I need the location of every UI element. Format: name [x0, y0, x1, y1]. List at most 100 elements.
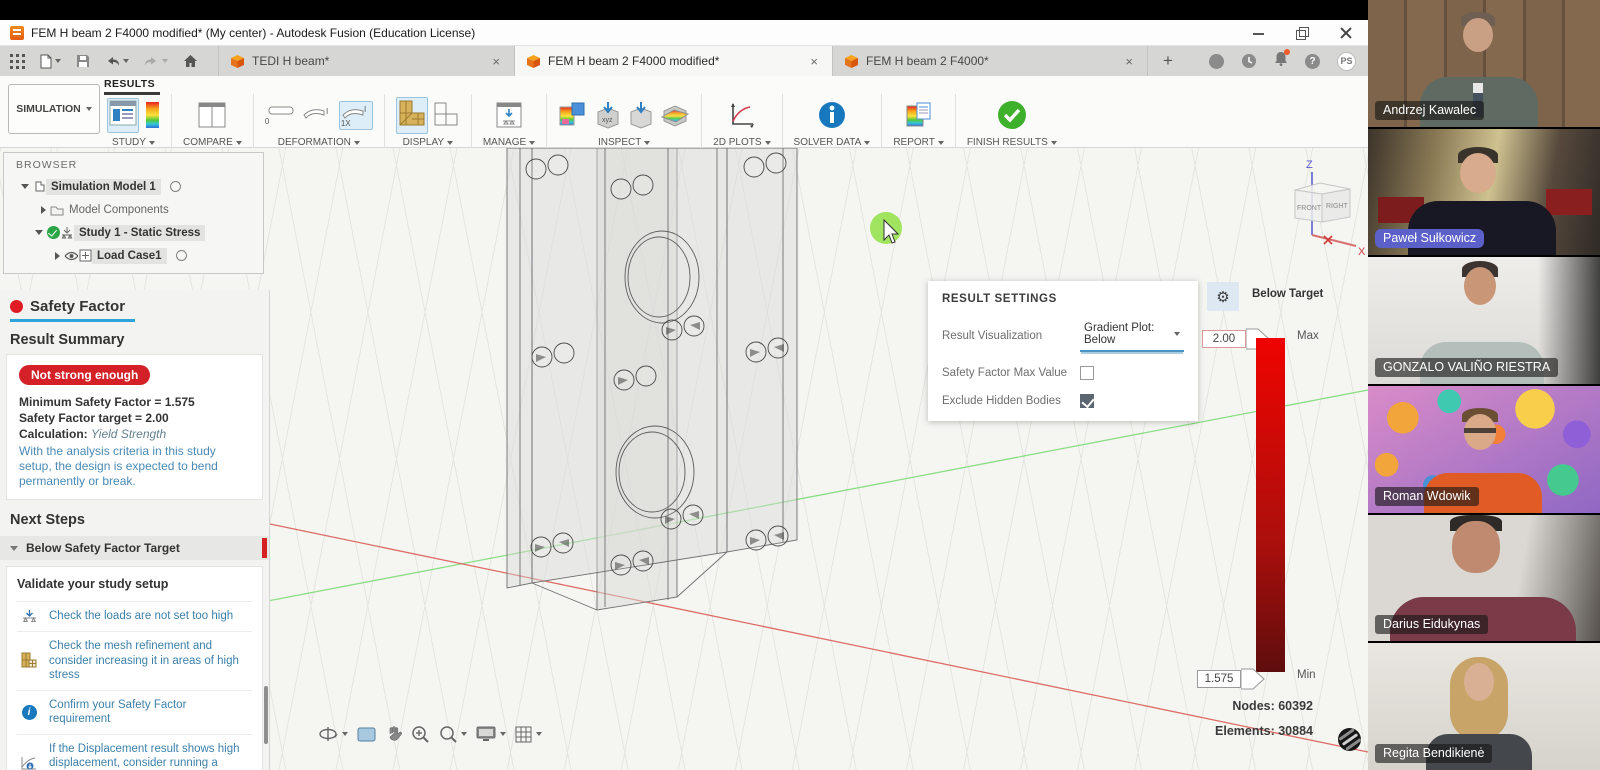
contour-legend-icon[interactable] [145, 101, 160, 129]
fit-tool[interactable] [439, 725, 467, 743]
minimize-button[interactable] [1253, 27, 1266, 38]
advice-item-nonlinear[interactable]: If the Displacement result shows high di… [17, 734, 252, 770]
zoom-tool-icon[interactable] [411, 725, 430, 743]
selection-ring-icon[interactable] [176, 250, 187, 261]
chevron-right-icon[interactable] [55, 252, 60, 260]
tree-item-study1[interactable]: Study 1 - Static Stress [4, 221, 263, 244]
chevron-down-icon[interactable] [21, 184, 29, 189]
below-target-section[interactable]: Below Safety Factor Target [0, 536, 269, 560]
display-menu[interactable]: DISPLAY [403, 137, 454, 148]
deformation-undeformed-icon[interactable]: 0 [265, 105, 295, 126]
deformation-actual-icon[interactable]: I [301, 103, 333, 128]
tab-tedi-h-beam[interactable]: TEDI H beam* × [218, 46, 514, 76]
chevron-right-icon[interactable] [41, 206, 46, 214]
restore-button[interactable] [1296, 27, 1309, 38]
compare-icon[interactable] [197, 101, 227, 129]
participant-tile[interactable]: Andrzej Kawalec [1368, 0, 1600, 127]
solver-data-icon[interactable] [817, 100, 847, 130]
tab-fem-h-beam-modified[interactable]: FEM H beam 2 F4000 modified* × [514, 46, 832, 76]
participant-tile[interactable]: GONZALO VALIÑO RIESTRA [1368, 257, 1600, 384]
min-safety-factor: Minimum Safety Factor = 1.575 [19, 394, 250, 410]
advice-item-mesh[interactable]: Check the mesh refinement and consider i… [17, 631, 252, 690]
deformation-scaled-icon[interactable]: I1X [339, 101, 373, 130]
advice-item-requirement[interactable]: i Confirm your Safety Factor requirement [17, 690, 252, 734]
save-icon[interactable] [76, 54, 90, 68]
undo-button[interactable] [105, 55, 129, 68]
viewcube-front-label: FRONT [1297, 205, 1322, 212]
display-mesh-icon[interactable] [396, 97, 428, 134]
file-menu[interactable] [40, 54, 61, 69]
chevron-down-icon[interactable] [35, 230, 43, 235]
participant-tile[interactable]: Roman Wdowik [1368, 386, 1600, 513]
load-case-icon [79, 249, 92, 262]
ribbon-tab-results[interactable]: RESULTS [104, 78, 160, 95]
finish-results-icon[interactable] [996, 99, 1028, 131]
2d-plots-menu[interactable]: 2D PLOTS [713, 137, 770, 148]
view-cube[interactable]: Z FRONT RIGHT X [1295, 159, 1366, 258]
clock-icon[interactable] [1241, 53, 1257, 69]
display-settings-tool[interactable] [476, 726, 506, 742]
selection-ring-icon[interactable] [170, 181, 181, 192]
new-tab-button[interactable]: + [1148, 46, 1188, 76]
manage-menu[interactable]: MANAGE [483, 137, 535, 148]
tab-close-icon[interactable]: × [808, 55, 820, 68]
zoom-floating-icon[interactable] [1338, 728, 1361, 751]
report-menu[interactable]: REPORT [893, 137, 944, 148]
probe-xyz-icon[interactable]: xyz [594, 100, 622, 130]
workspace-selector[interactable]: SIMULATION [8, 84, 100, 134]
legend-settings-gear-icon[interactable]: ⚙ [1207, 282, 1239, 311]
pan-icon[interactable] [385, 726, 402, 743]
fusion-window: FEM H beam 2 F4000 modified* (My center)… [0, 0, 1368, 770]
deformation-menu[interactable]: DEFORMATION [278, 137, 360, 148]
exclude-hidden-checkbox[interactable] [1080, 394, 1094, 408]
2d-plots-icon[interactable] [728, 101, 756, 129]
study-menu[interactable]: STUDY [112, 137, 155, 148]
eye-icon[interactable] [64, 251, 78, 261]
orbit-tool[interactable] [318, 725, 348, 743]
tree-item-simulation-model[interactable]: Simulation Model 1 [4, 175, 263, 198]
titlebar: FEM H beam 2 F4000 modified* (My center)… [0, 20, 1368, 46]
inspect-menu[interactable]: INSPECT [598, 137, 650, 148]
advice-item-loads[interactable]: Check the loads are not set too high [17, 601, 252, 631]
participant-name: Andrzej Kawalec [1375, 101, 1484, 120]
tab-close-icon[interactable]: × [1123, 55, 1135, 68]
h-beam-model[interactable] [507, 148, 797, 610]
participant-tile[interactable]: Regita Bendikienė [1368, 643, 1600, 770]
group-compare: COMPARE [172, 94, 254, 148]
home-icon[interactable] [183, 54, 198, 68]
legend-color-bar[interactable] [1256, 338, 1285, 672]
report-icon[interactable] [904, 101, 934, 129]
job-status-icon[interactable] [1209, 54, 1224, 69]
probe-icon[interactable] [628, 100, 654, 130]
slice-plane-icon[interactable] [660, 101, 690, 129]
close-button[interactable] [1339, 27, 1352, 38]
browser-panel: BROWSER Simulation Model 1 Model Compone… [3, 152, 264, 274]
study-report-icon[interactable] [107, 98, 139, 133]
notifications-bell-icon[interactable] [1274, 51, 1288, 71]
max-value-checkbox[interactable] [1080, 366, 1094, 380]
tab-close-icon[interactable]: × [490, 55, 502, 68]
app-grid-icon[interactable] [10, 54, 25, 69]
display-wireframe-icon[interactable] [434, 102, 460, 128]
legend-min-value[interactable]: 1.575 [1197, 667, 1265, 691]
grid-layout-tool[interactable] [515, 726, 542, 743]
help-icon[interactable]: ? [1305, 54, 1320, 69]
manage-icon[interactable] [494, 101, 524, 129]
participant-tile[interactable]: Paweł Sułkowicz [1368, 129, 1600, 256]
finish-results-menu[interactable]: FINISH RESULTS [967, 137, 1057, 148]
panel-scrollbar[interactable] [264, 686, 268, 744]
tab-fem-h-beam[interactable]: FEM H beam 2 F4000* × [832, 46, 1148, 76]
solved-check-icon [47, 226, 60, 239]
visualization-dropdown[interactable]: Gradient Plot: Below [1080, 319, 1184, 352]
redo-button[interactable] [144, 55, 168, 68]
solver-data-menu[interactable]: SOLVER DATA [794, 137, 871, 148]
window-title: FEM H beam 2 F4000 modified* (My center)… [31, 26, 475, 40]
tree-item-load-case1[interactable]: Load Case1 [4, 244, 263, 267]
user-avatar[interactable]: PS [1337, 52, 1356, 71]
compare-menu[interactable]: COMPARE [183, 137, 242, 148]
tree-item-model-components[interactable]: Model Components [4, 198, 263, 221]
look-at-icon[interactable] [357, 727, 376, 742]
result-summary-heading: Result Summary [0, 322, 269, 354]
inspect-gradient-icon[interactable] [558, 101, 588, 129]
participant-tile[interactable]: Darius Eidukynas [1368, 515, 1600, 642]
